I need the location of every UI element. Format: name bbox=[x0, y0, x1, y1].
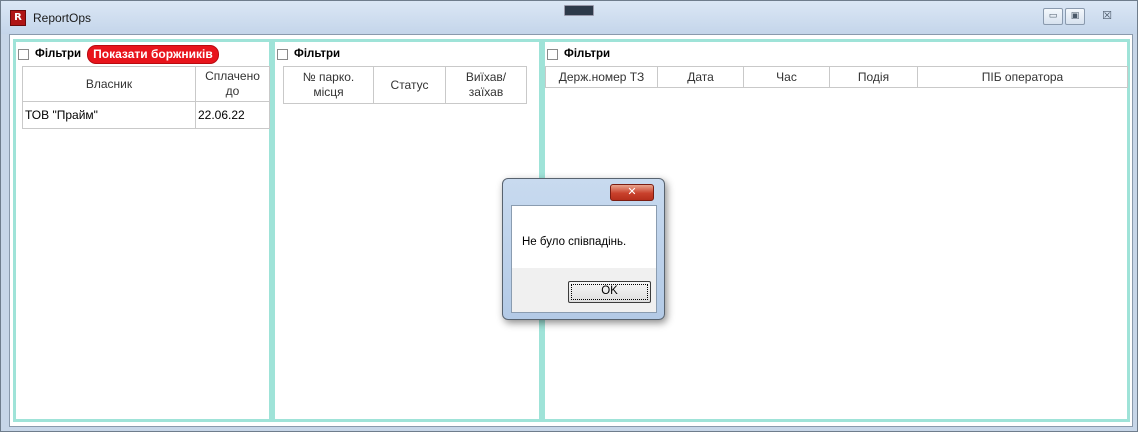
places-filter-row: Фільтри bbox=[277, 45, 340, 63]
events-filter-checkbox[interactable] bbox=[547, 48, 558, 60]
owners-filter-checkbox[interactable] bbox=[18, 48, 29, 60]
places-table: № парко. місця Статус Виїхав/ заїхав bbox=[283, 66, 527, 104]
places-filter-checkbox[interactable] bbox=[277, 48, 288, 60]
owners-filter-label: Фільтри bbox=[35, 48, 82, 60]
dialog-close-button[interactable]: ✕ bbox=[610, 184, 654, 201]
dialog-body: Не було співпадінь. OK bbox=[511, 205, 657, 313]
col-header-place-number[interactable]: № парко. місця bbox=[283, 66, 374, 104]
drag-handle-icon[interactable] bbox=[564, 5, 594, 16]
col-header-operator[interactable]: ПІБ оператора bbox=[917, 66, 1128, 88]
owners-panel: Фільтри Показати боржників Власник Сплач… bbox=[13, 39, 272, 422]
col-header-plate[interactable]: Держ.номер ТЗ bbox=[545, 66, 658, 88]
col-header-date[interactable]: Дата bbox=[657, 66, 744, 88]
owners-filter-row: Фільтри Показати боржників bbox=[18, 44, 219, 64]
close-button[interactable]: ☒ bbox=[1088, 8, 1126, 25]
paid-until-cell[interactable]: 22.06.22 bbox=[195, 101, 270, 129]
col-header-time[interactable]: Час bbox=[743, 66, 830, 88]
dialog-message: Не було співпадінь. bbox=[522, 236, 627, 248]
col-header-owner[interactable]: Власник bbox=[22, 66, 196, 102]
owners-table: Власник Сплачено до ТОВ "Прайм" 22.06.22 bbox=[22, 66, 270, 129]
events-table: Держ.номер ТЗ Дата Час Подія ПІБ операто… bbox=[545, 66, 1128, 88]
show-debtors-button[interactable]: Показати боржників bbox=[87, 44, 219, 64]
message-dialog[interactable]: ✕ Не було співпадінь. OK bbox=[502, 178, 665, 320]
dialog-footer: OK bbox=[512, 268, 656, 312]
owners-header-row: Власник Сплачено до bbox=[22, 66, 270, 102]
events-filter-row: Фільтри bbox=[547, 45, 610, 63]
places-header-row: № парко. місця Статус Виїхав/ заїхав bbox=[283, 66, 527, 104]
col-header-in-out[interactable]: Виїхав/ заїхав bbox=[445, 66, 527, 104]
col-header-event[interactable]: Подія bbox=[829, 66, 918, 88]
maximize-button[interactable]: ▣ bbox=[1065, 8, 1085, 25]
events-filter-label: Фільтри bbox=[564, 48, 611, 60]
owner-cell[interactable]: ТОВ "Прайм" bbox=[22, 101, 196, 129]
events-header-row: Держ.номер ТЗ Дата Час Подія ПІБ операто… bbox=[545, 66, 1128, 88]
title-bar[interactable]: R ReportOps ▭ ▣ ☒ bbox=[1, 1, 1137, 34]
window-title: ReportOps bbox=[33, 11, 92, 25]
places-filter-label: Фільтри bbox=[294, 48, 341, 60]
app-logo-icon: R bbox=[10, 10, 26, 26]
col-header-status[interactable]: Статус bbox=[373, 66, 446, 104]
table-row[interactable]: ТОВ "Прайм" 22.06.22 bbox=[22, 101, 270, 129]
ok-button[interactable]: OK bbox=[568, 281, 651, 303]
minimize-button[interactable]: ▭ bbox=[1043, 8, 1063, 25]
col-header-paid-until[interactable]: Сплачено до bbox=[195, 66, 270, 102]
